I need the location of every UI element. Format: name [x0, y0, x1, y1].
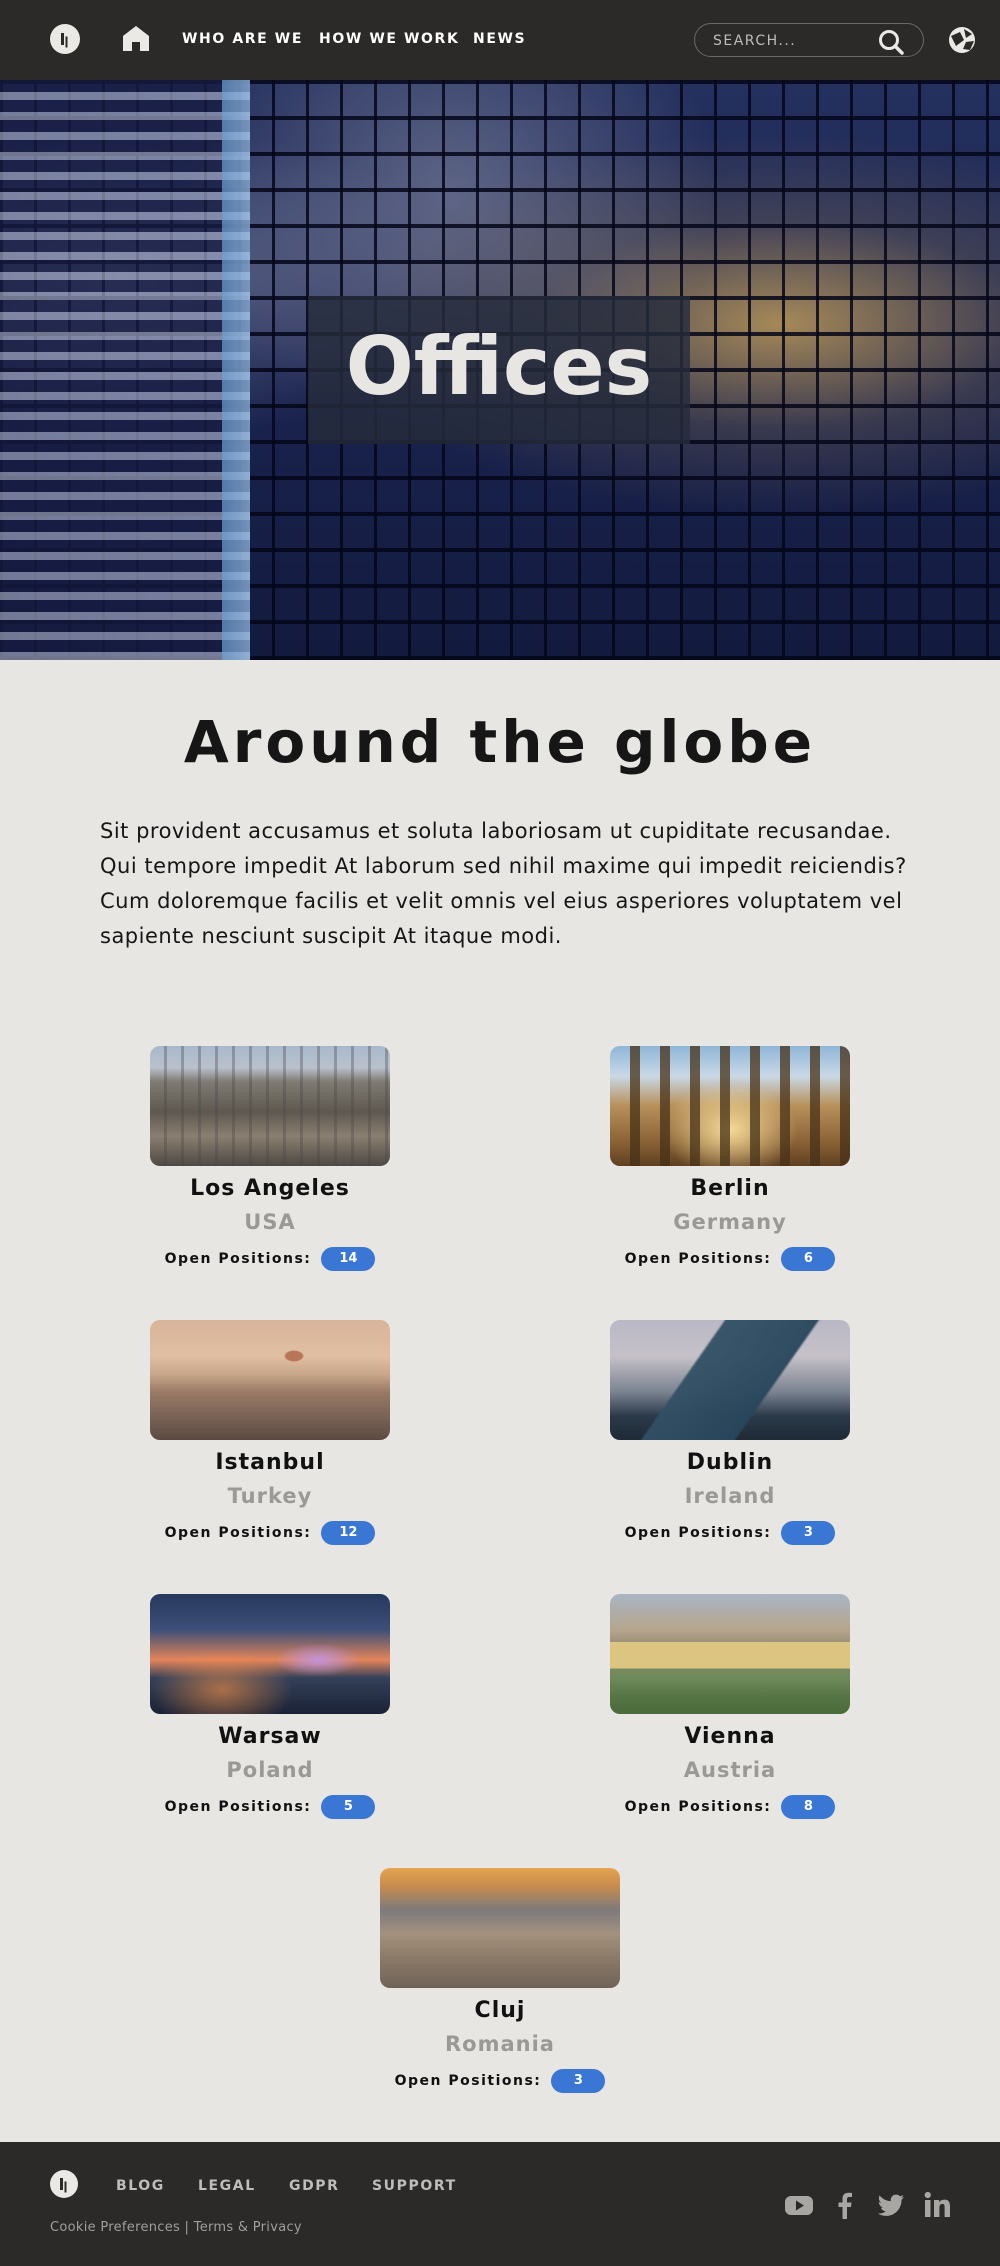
home-icon[interactable] [122, 24, 150, 52]
office-card-berlin[interactable]: Berlin Germany Open Positions: 6 [550, 1046, 910, 1276]
office-image-warsaw[interactable] [150, 1594, 390, 1714]
nav-link-news[interactable]: NEWS [473, 31, 526, 47]
open-positions-row: Open Positions: 6 [550, 1246, 910, 1272]
office-city: Vienna [684, 1724, 776, 1749]
open-positions-label: Open Positions: [624, 1799, 772, 1815]
nav-link-who-are-we[interactable]: WHO ARE WE [182, 31, 303, 47]
hero-banner: Offices [0, 80, 1000, 660]
youtube-icon[interactable] [784, 2190, 814, 2220]
footer-link-blog[interactable]: BLOG [116, 2178, 165, 2194]
footer-logo[interactable] [50, 2170, 78, 2198]
office-country: Romania [445, 2032, 555, 2056]
footer-legal: Cookie Preferences | Terms & Privacy [50, 2220, 302, 2235]
office-card-vienna[interactable]: Vienna Austria Open Positions: 8 [550, 1594, 910, 1824]
office-image-cluj[interactable] [380, 1868, 620, 1988]
hero-building-gap [222, 80, 250, 660]
office-country: Ireland [684, 1484, 776, 1508]
office-city: Berlin [690, 1176, 770, 1201]
footer-separator: | [180, 2220, 194, 2235]
open-positions-badge[interactable]: 3 [781, 1521, 836, 1545]
nav-link-how-we-work[interactable]: HOW WE WORK [319, 31, 459, 47]
office-image-dublin[interactable] [610, 1320, 850, 1440]
search-input[interactable] [713, 31, 873, 51]
cookie-preferences-link[interactable]: Cookie Preferences [50, 2220, 180, 2235]
open-positions-label: Open Positions: [164, 1799, 312, 1815]
footer-link-legal[interactable]: LEGAL [198, 2178, 256, 2194]
open-positions-badge[interactable]: 8 [781, 1795, 836, 1819]
office-card-cluj[interactable]: Cluj Romania Open Positions: 3 [320, 1868, 680, 2098]
office-city: Istanbul [215, 1450, 325, 1475]
footer-link-support[interactable]: SUPPORT [372, 2178, 457, 2194]
facebook-icon[interactable] [830, 2190, 860, 2220]
office-image-istanbul[interactable] [150, 1320, 390, 1440]
office-city: Dublin [686, 1450, 774, 1475]
hero-building-image [0, 80, 250, 660]
open-positions-row: Open Positions: 3 [320, 2068, 680, 2094]
office-country: USA [244, 1210, 296, 1234]
section-heading: Around the globe [183, 708, 817, 776]
open-positions-badge[interactable]: 14 [321, 1247, 376, 1271]
open-positions-label: Open Positions: [164, 1525, 312, 1541]
open-positions-label: Open Positions: [164, 1251, 312, 1267]
hero-title: Offices [345, 320, 653, 413]
company-logo[interactable] [50, 24, 80, 54]
office-card-warsaw[interactable]: Warsaw Poland Open Positions: 5 [90, 1594, 450, 1824]
open-positions-row: Open Positions: 8 [550, 1794, 910, 1820]
open-positions-row: Open Positions: 3 [550, 1520, 910, 1546]
open-positions-row: Open Positions: 5 [90, 1794, 450, 1820]
open-positions-badge[interactable]: 6 [781, 1247, 836, 1271]
search-box [694, 23, 924, 57]
office-country: Germany [673, 1210, 787, 1234]
open-positions-label: Open Positions: [394, 2073, 542, 2089]
office-city: Los Angeles [190, 1176, 350, 1201]
office-image-los-angeles[interactable] [150, 1046, 390, 1166]
office-country: Poland [226, 1758, 314, 1782]
open-positions-label: Open Positions: [624, 1525, 772, 1541]
office-card-dublin[interactable]: Dublin Ireland Open Positions: 3 [550, 1320, 910, 1550]
open-positions-badge[interactable]: 12 [321, 1521, 376, 1545]
office-country: Turkey [227, 1484, 313, 1508]
footer-link-gdpr[interactable]: GDPR [289, 2178, 340, 2194]
open-positions-row: Open Positions: 14 [90, 1246, 450, 1272]
search-icon[interactable] [877, 28, 905, 56]
open-positions-row: Open Positions: 12 [90, 1520, 450, 1546]
top-navigation: WHO ARE WE HOW WE WORK NEWS [0, 0, 1000, 80]
intro-paragraph: Sit provident accusamus et soluta labori… [100, 819, 907, 948]
office-card-los-angeles[interactable]: Los Angeles USA Open Positions: 14 [90, 1046, 450, 1276]
office-card-istanbul[interactable]: Istanbul Turkey Open Positions: 12 [90, 1320, 450, 1550]
office-country: Austria [683, 1758, 777, 1782]
office-city: Warsaw [218, 1724, 322, 1749]
open-positions-badge[interactable]: 3 [551, 2069, 606, 2093]
open-positions-badge[interactable]: 5 [321, 1795, 376, 1819]
terms-privacy-link[interactable]: Terms & Privacy [194, 2220, 302, 2235]
office-city: Cluj [474, 1998, 526, 2023]
open-positions-label: Open Positions: [624, 1251, 772, 1267]
linkedin-icon[interactable] [922, 2190, 952, 2220]
office-image-vienna[interactable] [610, 1594, 850, 1714]
twitter-icon[interactable] [876, 2190, 906, 2220]
office-image-berlin[interactable] [610, 1046, 850, 1166]
globe-icon[interactable] [948, 26, 976, 54]
